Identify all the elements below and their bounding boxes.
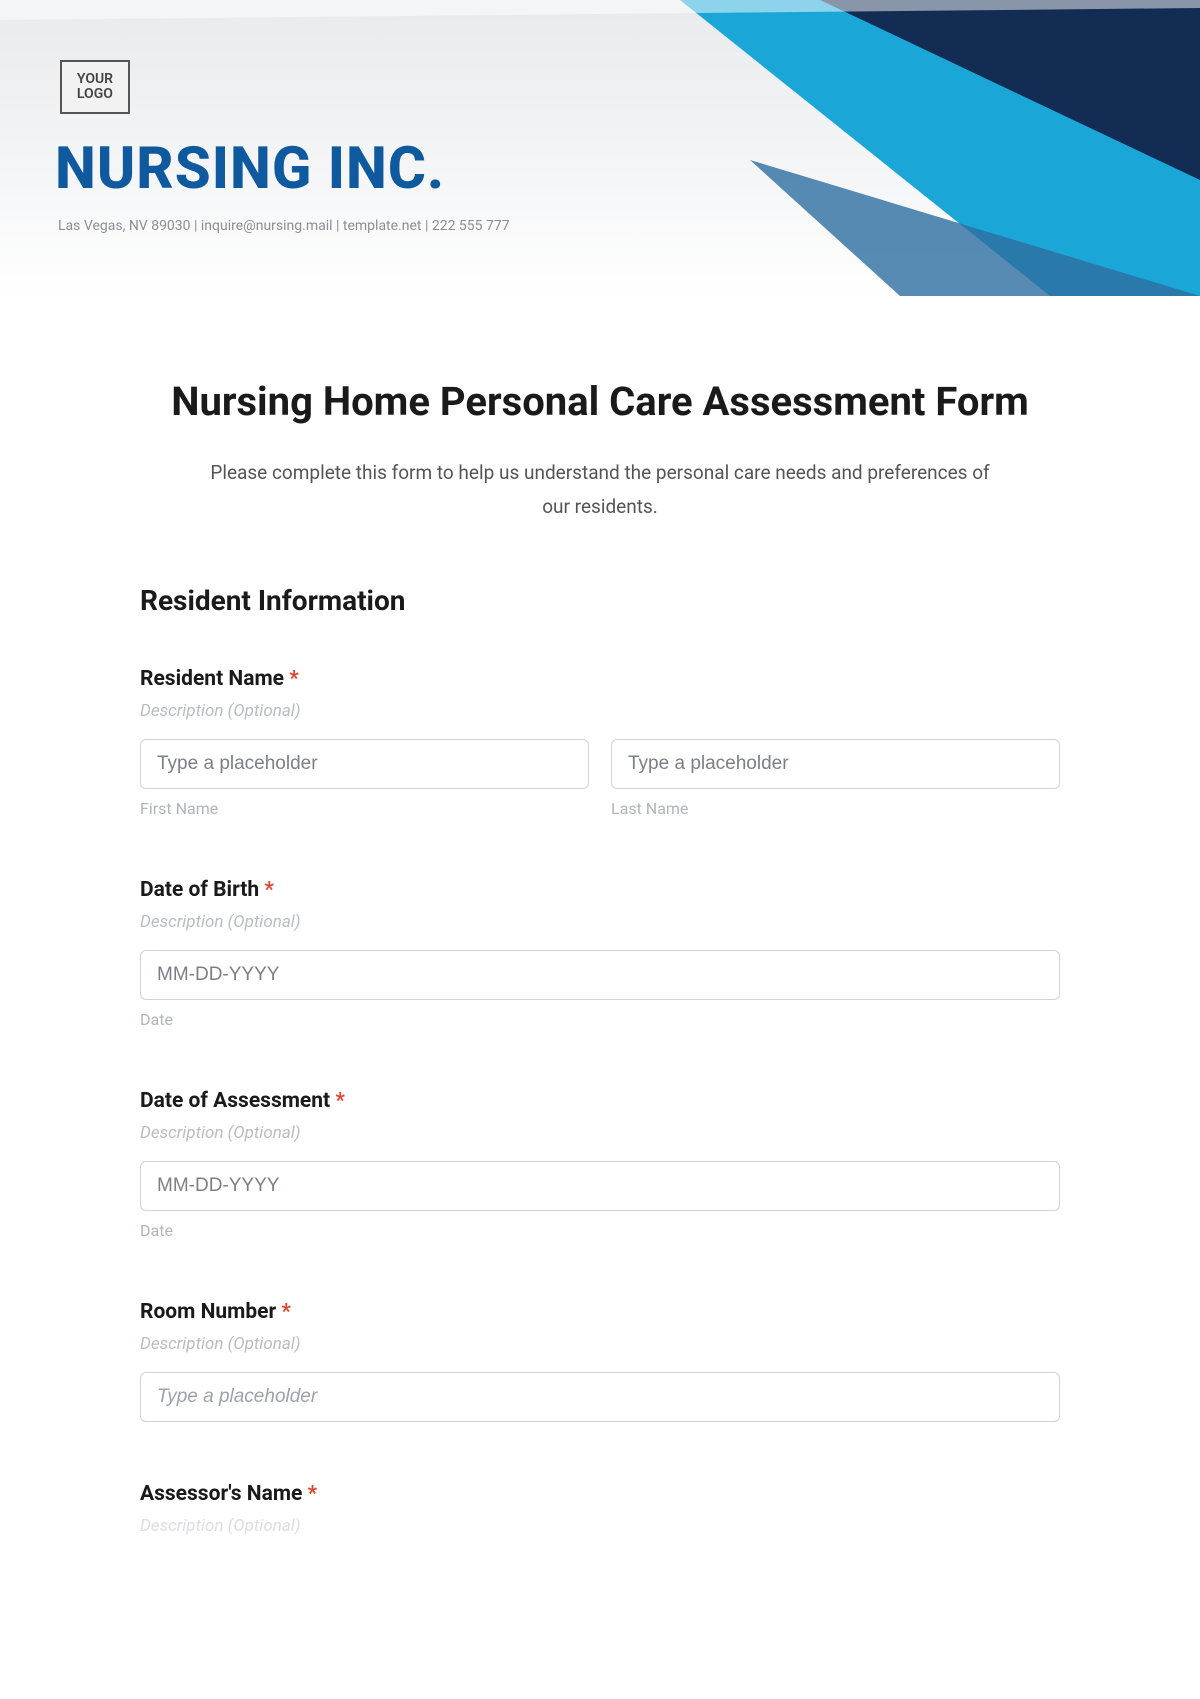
page-title: Nursing Home Personal Care Assessment Fo… — [140, 376, 1060, 428]
desc-doa: Description (Optional) — [140, 1123, 1060, 1143]
sublabel-doa: Date — [140, 1221, 1060, 1240]
room-number-input[interactable] — [140, 1372, 1060, 1422]
required-mark: * — [264, 878, 274, 902]
desc-resident-name: Description (Optional) — [140, 701, 1060, 721]
required-mark: * — [289, 667, 299, 691]
header-banner: YOUR LOGO NURSING INC. Las Vegas, NV 890… — [0, 0, 1200, 296]
required-mark: * — [335, 1089, 345, 1113]
label-assessor: Assessor's Name * — [140, 1482, 1060, 1506]
sublabel-last-name: Last Name — [611, 799, 1060, 818]
dob-input[interactable] — [140, 950, 1060, 1000]
desc-dob: Description (Optional) — [140, 912, 1060, 932]
first-name-input[interactable] — [140, 739, 589, 789]
section-resident-info: Resident Information — [140, 584, 1060, 617]
sublabel-dob: Date — [140, 1010, 1060, 1029]
field-resident-name: Resident Name * Description (Optional) F… — [140, 667, 1060, 818]
form-container: Nursing Home Personal Care Assessment Fo… — [140, 376, 1060, 1536]
field-assessor-name: Assessor's Name * Description (Optional) — [140, 1482, 1060, 1536]
sublabel-first-name: First Name — [140, 799, 589, 818]
label-dob: Date of Birth * — [140, 878, 1060, 902]
field-date-of-birth: Date of Birth * Description (Optional) D… — [140, 878, 1060, 1029]
label-doa: Date of Assessment * — [140, 1089, 1060, 1113]
label-resident-name: Resident Name * — [140, 667, 1060, 691]
logo-placeholder: YOUR LOGO — [60, 60, 130, 114]
logo-text: YOUR LOGO — [77, 72, 113, 103]
field-room-number: Room Number * Description (Optional) — [140, 1300, 1060, 1422]
label-room: Room Number * — [140, 1300, 1060, 1324]
doa-input[interactable] — [140, 1161, 1060, 1211]
required-mark: * — [281, 1300, 291, 1324]
last-name-input[interactable] — [611, 739, 1060, 789]
desc-assessor: Description (Optional) — [140, 1516, 1060, 1536]
required-mark: * — [308, 1482, 318, 1506]
page-subtitle: Please complete this form to help us und… — [210, 456, 990, 524]
company-contact-line: Las Vegas, NV 89030 | inquire@nursing.ma… — [58, 218, 510, 234]
field-date-of-assessment: Date of Assessment * Description (Option… — [140, 1089, 1060, 1240]
company-name: NURSING INC. — [55, 135, 445, 203]
desc-room: Description (Optional) — [140, 1334, 1060, 1354]
